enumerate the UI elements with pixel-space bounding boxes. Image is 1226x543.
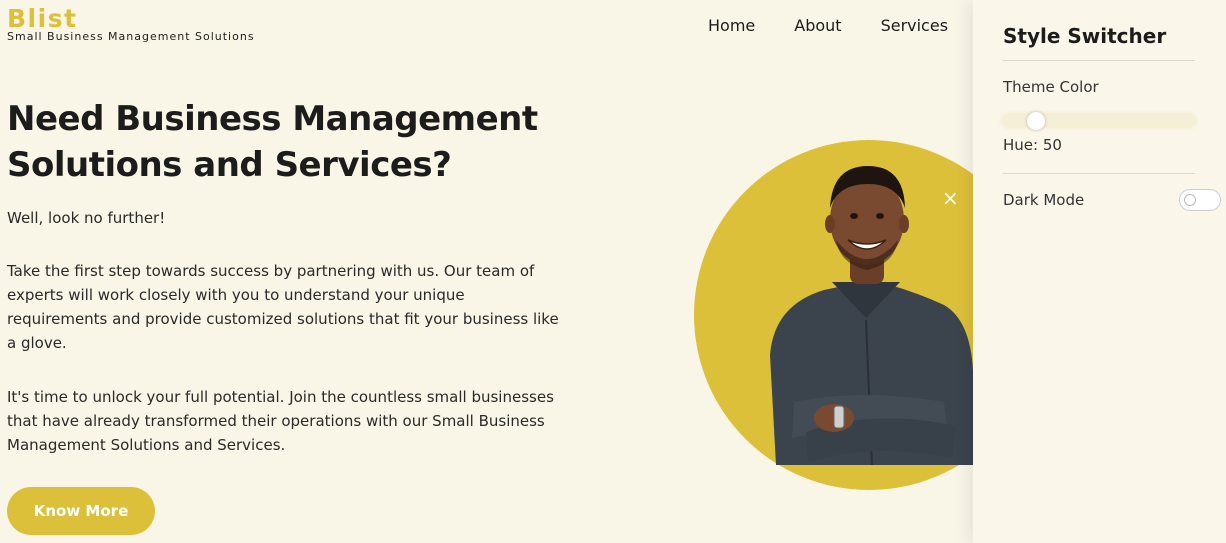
hero-paragraph: It's time to unlock your full potential.… (7, 388, 554, 454)
nav-services-link[interactable]: Services (881, 16, 948, 36)
dark-mode-label: Dark Mode (1003, 191, 1085, 209)
theme-color-label: Theme Color (1003, 78, 1099, 96)
toggle-knob (1184, 194, 1196, 206)
hero-paragraph: Take the first step towards success by p… (7, 262, 559, 352)
style-switcher-panel: Style Switcher Theme Color Hue: 50 Dark … (973, 0, 1226, 543)
brand-name: Blist (7, 4, 78, 33)
hero-title: Need Business Management Solutions and S… (7, 99, 538, 185)
brand-logo[interactable]: Blist Small Business Management Solution… (7, 5, 255, 43)
know-more-button[interactable]: Know More (7, 487, 155, 535)
style-switcher-title: Style Switcher (1003, 24, 1167, 48)
hue-value-label: Hue: 50 (1003, 136, 1062, 154)
dark-mode-toggle[interactable] (1179, 189, 1221, 211)
nav-home-link[interactable]: Home (708, 16, 755, 36)
nav-about-link[interactable]: About (794, 16, 841, 36)
brand-tagline: Small Business Management Solutions (7, 30, 255, 43)
hue-slider[interactable] (1003, 112, 1195, 130)
panel-divider (1003, 60, 1195, 61)
close-icon[interactable]: × (942, 188, 959, 208)
panel-divider (1003, 173, 1195, 174)
hue-slider-thumb[interactable] (1027, 112, 1045, 130)
main-nav: Home About Services (708, 16, 987, 36)
hero-intro: Well, look no further! (7, 209, 166, 227)
